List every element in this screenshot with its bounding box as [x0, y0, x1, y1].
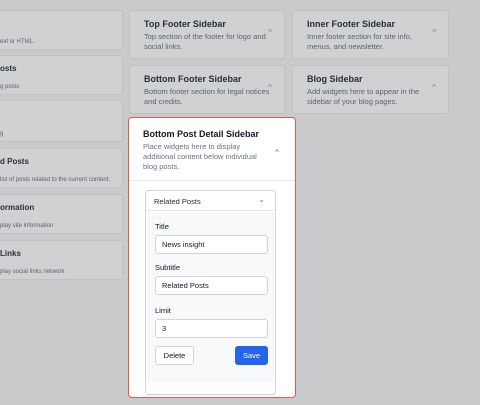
delete-button[interactable]: Delete	[155, 346, 194, 365]
widget-item-title: ormation	[0, 203, 35, 212]
chevron-up-icon[interactable]: ^	[432, 83, 436, 92]
sidebar-desc: Inner footer section for site info, menu…	[307, 32, 413, 51]
sidebar-title: Bottom Footer Sidebar	[144, 74, 242, 84]
widget-name: Related Posts	[154, 197, 201, 206]
related-posts-widget: Related Posts ⌄ Title Subtitle Limit Del…	[145, 190, 276, 395]
widget-item-desc: g posts	[0, 84, 20, 90]
chevron-up-icon[interactable]: ^	[432, 28, 436, 37]
widget-item-social-links[interactable]: Links play social links network	[0, 240, 123, 280]
sidebar-blog[interactable]: Blog Sidebar Add widgets here to appear …	[292, 65, 449, 114]
sidebar-inner-footer[interactable]: Inner Footer Sidebar Inner footer sectio…	[292, 10, 449, 59]
chevron-up-icon[interactable]: ^	[275, 148, 279, 157]
sidebar-title: Inner Footer Sidebar	[307, 19, 396, 29]
subtitle-input[interactable]	[155, 276, 268, 295]
widget-item-desc: play social links network	[0, 269, 65, 275]
chevron-up-icon[interactable]: ^	[268, 28, 272, 37]
widget-item-site-information[interactable]: ormation play site information	[0, 194, 123, 234]
chevron-down-icon[interactable]: ⌄	[258, 195, 265, 204]
subtitle-label: Subtitle	[155, 263, 181, 272]
widget-settings-form: Title Subtitle Limit Delete Save	[147, 212, 274, 382]
widget-item-recent-posts[interactable]: osts g posts	[0, 55, 123, 95]
widget-item-title: osts	[0, 64, 17, 73]
sidebar-desc: Add widgets here to appear in the sideba…	[307, 87, 420, 106]
sidebar-desc: Place widgets here to display additional…	[143, 142, 257, 171]
widget-item-title: Links	[0, 249, 21, 258]
sidebar-title: Bottom Post Detail Sidebar	[143, 129, 260, 139]
limit-input[interactable]	[155, 319, 268, 338]
sidebar-title: Top Footer Sidebar	[144, 19, 226, 29]
title-label: Title	[155, 222, 169, 231]
widget-item-title: d Posts	[0, 157, 29, 166]
widget-item-desc: g	[0, 131, 4, 137]
limit-label: Limit	[155, 306, 171, 315]
widget-item-desc: ext or HTML.	[0, 39, 35, 45]
sidebar-top-footer[interactable]: Top Footer Sidebar Top section of the fo…	[129, 10, 285, 59]
divider	[129, 180, 295, 181]
widget-item-blog[interactable]: g	[0, 100, 123, 142]
sidebar-bottom-post-detail[interactable]: Bottom Post Detail Sidebar Place widgets…	[128, 117, 296, 398]
sidebar-title: Blog Sidebar	[307, 74, 363, 84]
chevron-up-icon[interactable]: ^	[268, 83, 272, 92]
widget-item-text[interactable]: ext or HTML.	[0, 10, 123, 50]
title-input[interactable]	[155, 235, 268, 254]
widget-header[interactable]: Related Posts ⌄	[146, 191, 275, 211]
sidebar-bottom-footer[interactable]: Bottom Footer Sidebar Bottom footer sect…	[129, 65, 285, 114]
widget-item-related-posts[interactable]: d Posts list of posts related to the cur…	[0, 148, 123, 188]
sidebar-desc: Top section of the footer for logo and s…	[144, 32, 266, 51]
widget-item-desc: list of posts related to the current con…	[0, 177, 111, 183]
save-button[interactable]: Save	[235, 346, 268, 365]
sidebar-desc: Bottom footer section for legal notices …	[144, 87, 270, 106]
widget-item-desc: play site information	[0, 223, 54, 229]
